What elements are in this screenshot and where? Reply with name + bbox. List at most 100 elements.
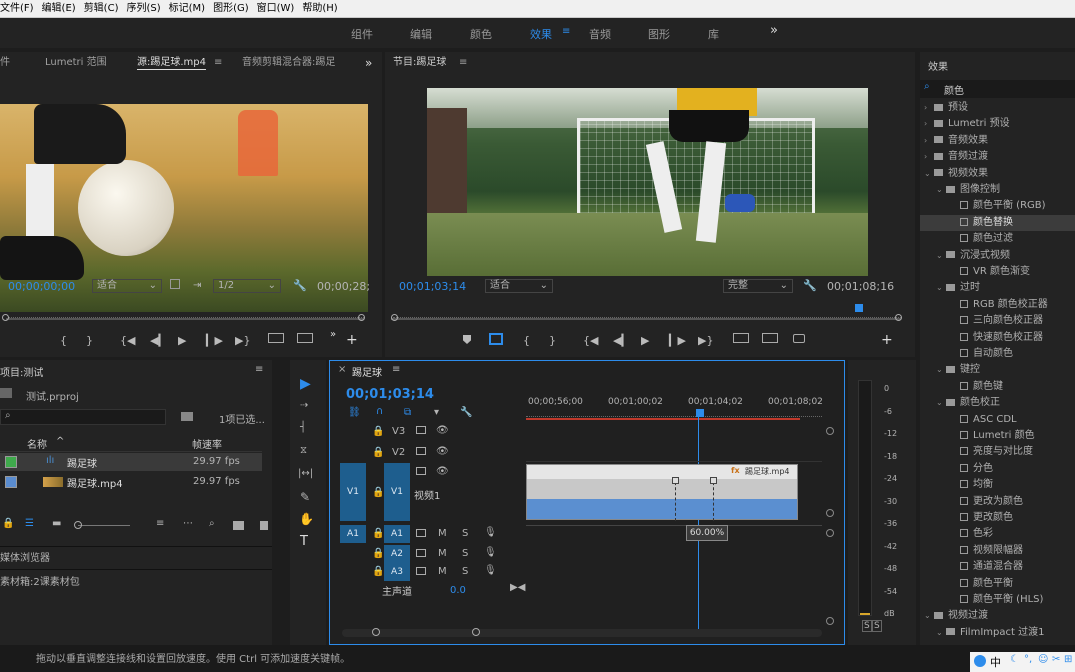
clip-speed-band[interactable] (527, 499, 797, 519)
label-color[interactable] (5, 476, 17, 488)
effects-item[interactable]: 亮度与对比度 (920, 444, 1075, 460)
menu-item[interactable]: 标记(M) (165, 0, 209, 18)
extract-icon[interactable] (762, 333, 778, 343)
effects-item[interactable]: RGB 颜色校正器 (920, 297, 1075, 313)
new-item-icon[interactable] (260, 521, 268, 530)
effects-item[interactable]: 均衡 (920, 477, 1075, 493)
selection-tool-icon[interactable]: ▶ (300, 376, 311, 392)
effects-folder[interactable]: ⌄ FilmImpact 过渡1 (920, 625, 1075, 641)
tools-icon[interactable]: ✂ (1052, 654, 1060, 665)
program-fit-select[interactable]: 适合 ⌄ (485, 279, 553, 293)
effects-item[interactable]: 分色 (920, 461, 1075, 477)
source-resolution-select[interactable]: 1/2 ⌄ (213, 279, 281, 293)
chevron-down-icon[interactable]: ⌄ (936, 625, 946, 641)
sync-lock-icon[interactable] (416, 426, 426, 434)
label-color[interactable] (5, 456, 17, 468)
sort-icon[interactable]: ^ (56, 436, 64, 447)
slip-tool-icon[interactable]: |↔| (298, 468, 313, 479)
chevron-right-icon[interactable]: › (924, 116, 934, 132)
chevron-down-icon[interactable]: ⌄ (936, 182, 946, 198)
hand-tool-icon[interactable]: ✋ (299, 512, 314, 526)
sync-lock-icon[interactable] (416, 549, 426, 557)
workspace-audio[interactable]: 音频 (589, 26, 611, 42)
tab-menu-icon[interactable]: ≡ (214, 52, 222, 74)
sync-lock-icon[interactable] (416, 447, 426, 455)
program-play-button[interactable]: ▶ (641, 334, 649, 347)
menu-item[interactable]: 帮助(H) (298, 0, 341, 18)
workspace-color[interactable]: 颜色 (470, 26, 492, 42)
playhead-line[interactable] (698, 417, 699, 629)
workspace-menu-icon[interactable]: ≡ (562, 26, 570, 37)
sync-lock-icon[interactable] (416, 567, 426, 575)
effects-item[interactable]: Lumetri 颜色 (920, 428, 1075, 444)
automate-icon[interactable]: ⋯ (183, 518, 193, 529)
effects-folder[interactable]: ⌄ 视频过渡 (920, 608, 1075, 624)
menu-item[interactable]: 图形(G) (209, 0, 253, 18)
panel-more-icon[interactable]: » (365, 52, 372, 74)
program-goto-out-button[interactable]: ▶} (698, 334, 713, 347)
effects-item[interactable]: 更改颜色 (920, 510, 1075, 526)
effects-folder[interactable]: › Lumetri 预设 (920, 116, 1075, 132)
effects-folder[interactable]: ⌄ 图像控制 (920, 182, 1075, 198)
program-mark-out-button[interactable]: } (549, 334, 556, 347)
effects-item[interactable]: 颜色键 (920, 379, 1075, 395)
voice-over-icon[interactable]: 🎙 (484, 565, 497, 576)
chevron-right-icon[interactable]: › (924, 133, 934, 149)
insert-icon[interactable] (268, 333, 284, 343)
scroll-handle[interactable] (826, 427, 834, 435)
tab-source[interactable]: 源:踢足球.mp4 (137, 52, 206, 70)
mute-button[interactable]: M (438, 548, 447, 559)
source-add-button[interactable]: + (346, 332, 358, 348)
scroll-handle[interactable] (826, 617, 834, 625)
col-frame-rate[interactable]: 帧速率 (192, 436, 222, 451)
source-step-back-button[interactable]: ◀▎ (150, 334, 167, 347)
program-step-forward-button[interactable]: ▎▶ (669, 334, 686, 347)
program-zoom-handle-left[interactable] (391, 314, 398, 321)
track-select-tool-icon[interactable]: ⇢ (300, 400, 308, 411)
source-mark-in-button[interactable]: { (60, 334, 67, 347)
export-frame-icon[interactable] (793, 334, 805, 343)
effects-item[interactable]: ASC CDL (920, 412, 1075, 428)
program-scrubber[interactable] (391, 318, 901, 320)
overwrite-icon[interactable] (297, 333, 313, 343)
effects-folder[interactable]: ⌄ 视频效果 (920, 166, 1075, 182)
source-fit-select[interactable]: 适合 ⌄ (92, 279, 162, 293)
speed-keyframe-handle[interactable] (672, 477, 679, 484)
effects-item[interactable]: 三向颜色校正器 (920, 313, 1075, 329)
chevron-right-icon[interactable]: › (924, 149, 934, 165)
menu-item[interactable]: 剪辑(C) (80, 0, 123, 18)
program-goto-in-button[interactable]: {◀ (583, 334, 598, 347)
effects-item[interactable]: 颜色平衡 (920, 576, 1075, 592)
effects-folder[interactable]: › 音频效果 (920, 133, 1075, 149)
source-scrubber[interactable] (6, 318, 364, 320)
effects-folder[interactable]: ⌄ 沉浸式视频 (920, 248, 1075, 264)
solo-button[interactable]: S (462, 566, 468, 577)
timeline-settings-icon[interactable]: 🔧 (460, 407, 472, 418)
voice-over-icon[interactable]: 🎙 (484, 547, 497, 558)
solo-button[interactable]: S (462, 528, 468, 539)
new-bin-icon[interactable] (181, 412, 193, 421)
tab-lumetri-scopes[interactable]: Lumetri 范围 (45, 52, 107, 74)
nest-icon[interactable]: ⛓ (348, 407, 361, 418)
pen-tool-icon[interactable]: ✎ (300, 490, 310, 504)
scroll-handle[interactable] (826, 509, 834, 517)
add-marker-icon[interactable]: ▾ (434, 407, 439, 418)
menu-item[interactable]: 文件(F) (0, 0, 38, 18)
program-quality-select[interactable]: 完整 ⌄ (723, 279, 793, 293)
effects-item[interactable]: 通道混合器 (920, 559, 1075, 575)
settings-icon[interactable] (170, 279, 180, 289)
menu-item[interactable]: 窗口(W) (253, 0, 299, 18)
col-name[interactable]: 名称 (27, 436, 47, 451)
effects-item[interactable]: 颜色过滤 (920, 231, 1075, 247)
fast-forward-icon[interactable]: ⇥ (193, 280, 201, 291)
menu-item[interactable]: 序列(S) (122, 0, 164, 18)
fx-badge-icon[interactable]: fx (731, 466, 740, 475)
source-zoom-handle-right[interactable] (358, 314, 365, 321)
timeline-tab[interactable]: 踢足球 (352, 364, 382, 379)
add-marker-icon[interactable] (463, 335, 471, 344)
project-menu-icon[interactable]: ≡ (255, 364, 263, 375)
chevron-right-icon[interactable]: › (924, 100, 934, 116)
linked-selection-icon[interactable]: ⧉ (404, 407, 411, 418)
solo-button[interactable]: S (462, 548, 468, 559)
timeline-horizontal-scrollbar[interactable] (342, 628, 822, 637)
